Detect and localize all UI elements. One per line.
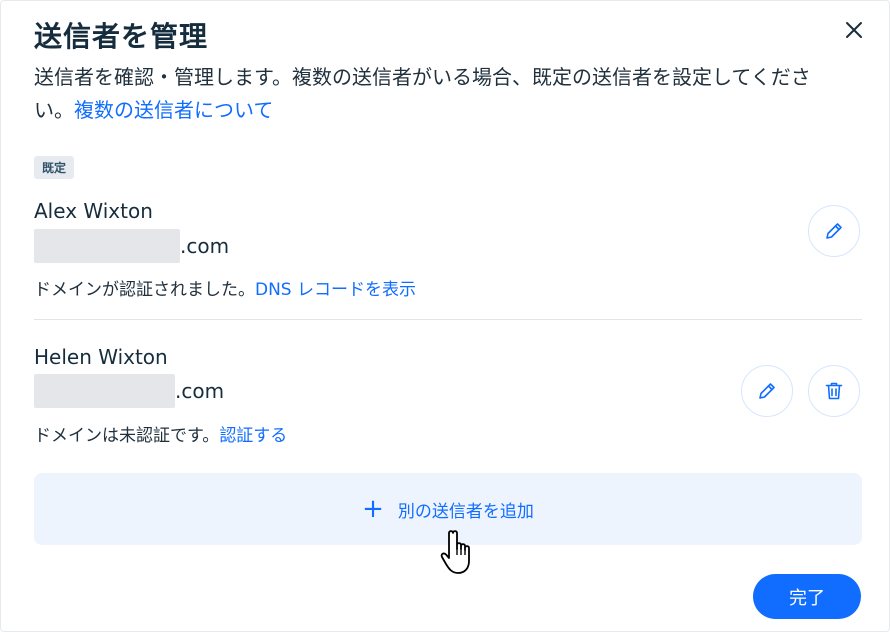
sender-email: .com bbox=[34, 229, 229, 263]
email-suffix: .com bbox=[180, 234, 230, 258]
dialog: 送信者を管理 送信者を確認・管理します。複数の送信者がいる場合、既定の送信者を設… bbox=[0, 0, 890, 632]
edit-sender-button[interactable] bbox=[741, 365, 793, 417]
sender-email: .com bbox=[34, 374, 224, 408]
multiple-senders-link[interactable]: 複数の送信者について bbox=[74, 98, 273, 122]
verify-domain-link[interactable]: 認証する bbox=[219, 426, 287, 446]
email-redaction bbox=[34, 229, 180, 263]
email-suffix: .com bbox=[175, 379, 225, 403]
pencil-icon bbox=[759, 383, 775, 399]
domain-status: ドメインが認証されました。DNS レコードを表示 bbox=[34, 275, 416, 300]
domain-status-text: ドメインが認証されました。 bbox=[34, 280, 255, 300]
domain-status: ドメインは未認証です。認証する bbox=[34, 421, 287, 446]
delete-sender-button[interactable] bbox=[808, 365, 860, 417]
domain-status-text: ドメインは未認証です。 bbox=[34, 426, 220, 446]
trash-icon bbox=[825, 382, 843, 400]
hand-pointer-cursor-icon bbox=[440, 530, 470, 574]
edit-sender-button[interactable] bbox=[808, 205, 860, 257]
email-redaction bbox=[34, 374, 175, 408]
close-button[interactable] bbox=[839, 15, 869, 45]
dialog-title: 送信者を管理 bbox=[34, 20, 209, 53]
sender-divider bbox=[34, 319, 862, 320]
add-sender-label: 別の送信者を追加 bbox=[397, 501, 534, 522]
sender-name: Helen Wixton bbox=[34, 345, 168, 369]
pencil-icon bbox=[826, 223, 842, 239]
done-button[interactable]: 完了 bbox=[753, 574, 861, 619]
dialog-description: 送信者を確認・管理します。複数の送信者がいる場合、既定の送信者を設定してください… bbox=[34, 61, 844, 127]
default-badge: 既定 bbox=[34, 156, 75, 179]
close-icon bbox=[846, 22, 862, 38]
plus-icon: + bbox=[362, 494, 384, 524]
view-dns-records-link[interactable]: DNS レコードを表示 bbox=[255, 280, 416, 300]
sender-name: Alex Wixton bbox=[34, 199, 153, 223]
